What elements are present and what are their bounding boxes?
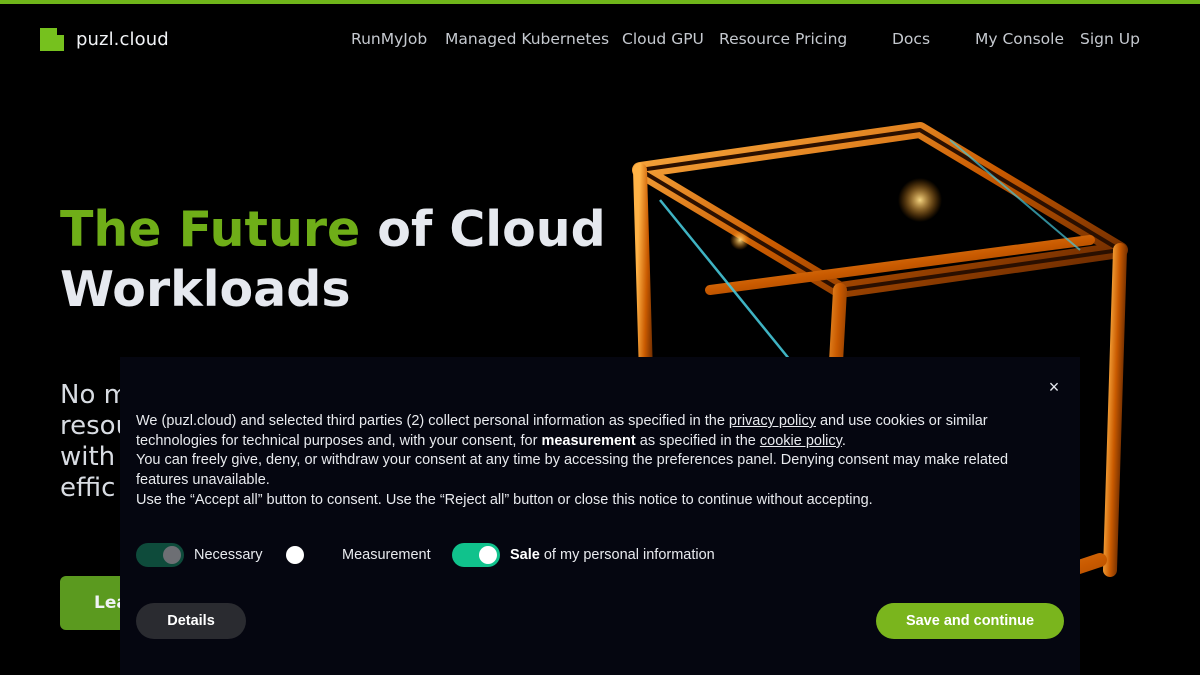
consent-text: We (puzl.cloud) and selected third parti… [136,412,1016,511]
cookie-policy-link[interactable]: cookie policy [760,433,842,449]
nav-item-resource-pricing[interactable]: Resource Pricing [719,30,847,48]
hero-title-line2: Workloads [60,261,351,318]
puzl-logo-icon [40,28,64,51]
save-and-continue-button[interactable]: Save and continue [876,603,1064,639]
privacy-policy-link[interactable]: privacy policy [729,413,816,429]
measurement-label: Measurement [342,547,431,563]
necessary-label: Necessary [194,547,263,563]
necessary-toggle[interactable] [136,543,184,567]
close-icon[interactable]: × [1046,378,1062,396]
sale-label: Sale of my personal information [510,547,715,563]
brand-name: puzl.cloud [76,29,169,50]
hero-title-rest: of Cloud [360,201,606,258]
cookie-consent-banner: × We (puzl.cloud) and selected third par… [120,357,1080,675]
consent-toggles: Necessary Measurement Sale of my persona… [136,543,856,567]
nav-item-cloud-gpu[interactable]: Cloud GPU [622,30,704,48]
nav-item-sign-up[interactable]: Sign Up [1080,30,1140,48]
measurement-toggle[interactable] [284,543,332,567]
nav-item-my-console[interactable]: My Console [975,30,1064,48]
sale-toggle[interactable] [452,543,500,567]
hero-title: The Future of Cloud Workloads [60,200,620,320]
hero-title-accent: The Future [60,201,361,258]
nav-item-managed-kubernetes[interactable]: Managed Kubernetes [445,30,609,48]
consent-paragraph: Use the “Accept all” button to consent. … [136,491,873,508]
nav-item-runmyjob[interactable]: RunMyJob [351,30,427,48]
site-header: puzl.cloud RunMyJob Managed Kubernetes C… [0,4,1200,74]
consent-paragraph: We (puzl.cloud) and selected third parti… [136,413,988,449]
brand-logo-link[interactable]: puzl.cloud [40,28,169,51]
nav-item-docs[interactable]: Docs [892,30,930,48]
consent-paragraph: You can freely give, deny, or withdraw y… [136,452,1009,489]
details-button[interactable]: Details [136,603,246,639]
